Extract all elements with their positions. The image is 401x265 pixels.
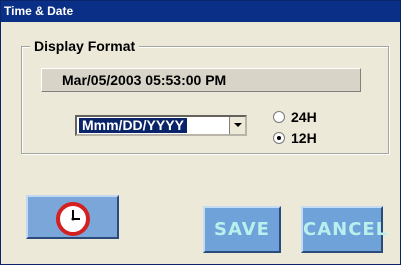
time-date-dialog: Time & Date Display Format Mar/05/2003 0… [0, 0, 401, 265]
radio-12h-circle[interactable] [273, 132, 285, 145]
radio-12h[interactable]: 12H [273, 130, 317, 146]
window-title: Time & Date [4, 4, 74, 18]
radio-24h[interactable]: 24H [273, 109, 317, 125]
radio-24h-circle[interactable] [273, 111, 285, 124]
date-format-selected-value: Mmm/DD/YYYY [79, 118, 187, 133]
display-format-legend: Display Format [30, 38, 140, 54]
title-bar: Time & Date [1, 1, 400, 22]
display-format-group [21, 46, 389, 154]
chevron-down-icon [234, 123, 242, 127]
current-datetime-display: Mar/05/2003 05:53:00 PM [41, 68, 361, 92]
clock-button[interactable] [26, 195, 119, 239]
radio-24h-label: 24H [291, 109, 317, 125]
save-button[interactable]: SAVE [203, 206, 281, 253]
dropdown-arrow-button[interactable] [229, 117, 245, 134]
date-format-select[interactable]: Mmm/DD/YYYY [75, 115, 247, 136]
radio-12h-label: 12H [291, 130, 317, 146]
clock-icon [56, 202, 90, 236]
cancel-button[interactable]: CANCEL [301, 206, 387, 253]
